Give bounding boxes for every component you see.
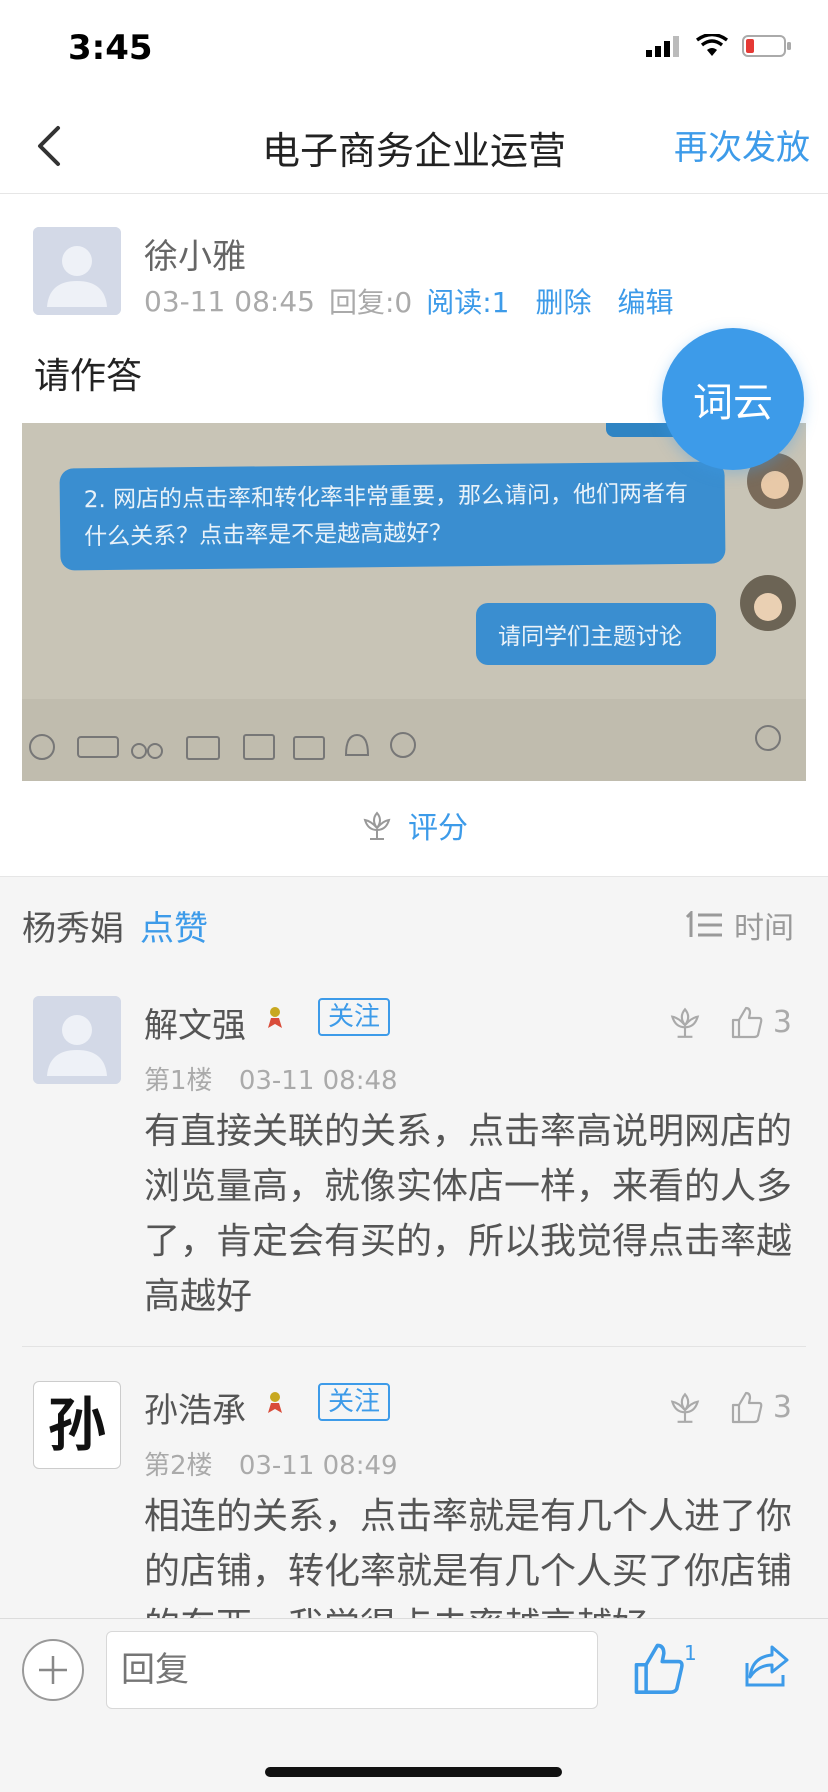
plus-icon — [39, 1656, 67, 1684]
comment-date: 03-11 08:48 — [238, 1066, 398, 1096]
medal-icon — [268, 1392, 282, 1413]
reply-bar: 1 — [0, 1618, 828, 1792]
thumbs-up-icon — [731, 1006, 763, 1039]
post-meta: 03-11 08:45 回复:0 阅读:1 删除 编辑 — [144, 281, 673, 321]
image-toolbar — [22, 699, 806, 781]
follow-button[interactable]: 关注 — [318, 1383, 391, 1421]
avatar-calligraphy: 孙 — [47, 1391, 106, 1459]
thumbs-up-icon — [731, 1391, 763, 1424]
comment-item: 解文强 关注 3 第1楼 03-11 08:48 有直接关联的关系，点击率高说明… — [0, 962, 828, 1347]
status-icons — [646, 34, 792, 58]
comment-item: 孙 孙浩承 关注 3 第2楼 03-11 08:49 相连的关系，点击率就是有几… — [0, 1347, 828, 1647]
commenter-name[interactable]: 解文强 — [144, 998, 246, 1047]
follow-button[interactable]: 关注 — [318, 998, 391, 1036]
flower-icon — [363, 811, 391, 840]
share-button[interactable] — [742, 1641, 798, 1697]
like-count: 3 — [772, 1004, 792, 1040]
image-reply-bubble: 请同学们主题讨论 — [476, 603, 716, 665]
commenter-name[interactable]: 孙浩承 — [144, 1383, 246, 1432]
word-cloud-label: 词云 — [693, 380, 773, 426]
comment-meta: 第2楼 03-11 08:49 — [144, 1445, 398, 1482]
signal-icon — [646, 36, 679, 57]
comment-actions: 3 — [667, 1004, 792, 1040]
nav-bar: 电子商务企业运营 再次发放 — [0, 96, 828, 194]
medal-icon — [268, 1007, 282, 1028]
edit-button[interactable]: 编辑 — [617, 281, 673, 321]
add-attachment-button[interactable] — [22, 1639, 84, 1701]
home-indicator — [265, 1767, 562, 1777]
image-question-bubble: 2. 网店的点击率和转化率非常重要，那么请问，他们两者有什么关系？点击率是不是越… — [59, 461, 726, 571]
word-cloud-button[interactable]: 词云 — [662, 328, 804, 470]
like-button[interactable]: 3 — [729, 1004, 792, 1040]
status-bar: 3:45 — [0, 0, 828, 96]
rate-label: 评分 — [408, 811, 468, 846]
sort-label: 时间 — [734, 911, 794, 946]
comment-meta: 第1楼 03-11 08:48 — [144, 1060, 398, 1097]
comment-text: 有直接关联的关系，点击率高说明网店的浏览量高，就像实体店一样，来看的人多了，肯定… — [144, 1111, 793, 1317]
like-button[interactable]: 3 — [729, 1389, 792, 1425]
topic-like-count: 1 — [684, 1641, 697, 1665]
read-count[interactable]: 阅读:1 — [426, 281, 509, 321]
topic-post: 徐小雅 03-11 08:45 回复:0 阅读:1 删除 编辑 请作答 2. 网… — [0, 195, 828, 875]
flower-icon[interactable] — [667, 1004, 703, 1040]
comment-date: 03-11 08:49 — [238, 1451, 398, 1481]
like-count: 3 — [772, 1389, 792, 1425]
delete-button[interactable]: 删除 — [535, 281, 591, 321]
sort-list-icon — [685, 911, 722, 937]
thumbs-up-icon — [634, 1643, 684, 1694]
author-name[interactable]: 徐小雅 — [144, 229, 246, 278]
likes-bar: 杨秀娟 点赞 时间 — [0, 876, 828, 963]
post-date: 03-11 08:45 — [144, 284, 315, 318]
reply-count: 回复:0 — [328, 286, 413, 319]
default-avatar-icon — [33, 996, 121, 1084]
avatar[interactable] — [33, 227, 121, 315]
flower-icon[interactable] — [667, 1389, 703, 1425]
share-icon — [745, 1645, 789, 1687]
comment-actions: 3 — [667, 1389, 792, 1425]
image-avatar-bottom — [740, 575, 796, 631]
like-label: 点赞 — [140, 909, 208, 949]
default-avatar-icon — [33, 227, 121, 315]
reply-input[interactable] — [106, 1631, 598, 1709]
image-reply-text: 请同学们主题讨论 — [498, 624, 682, 650]
liker-names[interactable]: 杨秀娟 — [22, 901, 124, 950]
floor-number: 第1楼 — [144, 1066, 213, 1096]
post-body: 请作答 — [34, 356, 143, 397]
redistribute-button[interactable]: 再次发放 — [674, 120, 810, 169]
commenter-avatar[interactable] — [33, 996, 121, 1084]
sort-by-time-button[interactable]: 时间 — [684, 903, 794, 947]
post-image[interactable]: 2. 网店的点击率和转化率非常重要，那么请问，他们两者有什么关系？点击率是不是越… — [22, 423, 806, 781]
battery-icon — [742, 35, 791, 57]
wifi-icon — [696, 34, 728, 56]
image-question-text: 2. 网店的点击率和转化率非常重要，那么请问，他们两者有什么关系？点击率是不是越… — [83, 480, 689, 551]
floor-number: 第2楼 — [144, 1451, 213, 1481]
rate-button[interactable]: 评分 — [0, 803, 828, 847]
commenter-avatar[interactable]: 孙 — [33, 1381, 121, 1469]
status-time: 3:45 — [68, 28, 153, 68]
